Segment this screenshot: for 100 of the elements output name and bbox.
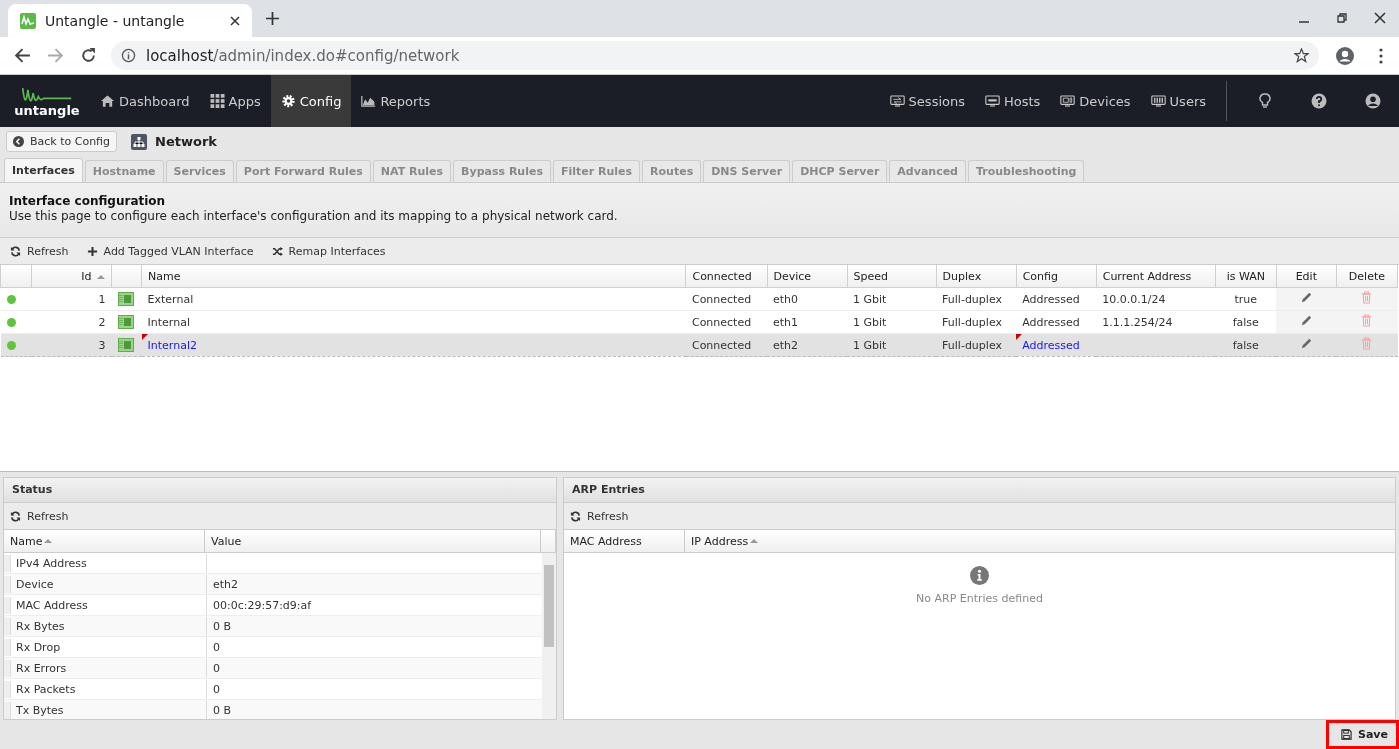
table-cell: Full-duplex (936, 310, 1017, 334)
nav-item[interactable]: Hosts (975, 75, 1051, 127)
monitor-icon (1060, 94, 1076, 108)
nav-item[interactable]: Sessions (879, 75, 975, 127)
column-header[interactable]: Name (141, 265, 686, 288)
page-title: Network (155, 134, 217, 149)
column-header[interactable]: Current Address (1096, 265, 1216, 288)
column-header[interactable]: Connected (685, 265, 767, 288)
tab[interactable]: Interfaces (4, 158, 83, 182)
refresh-icon (570, 510, 581, 522)
back-icon[interactable] (14, 47, 31, 64)
help-icon[interactable] (1311, 93, 1327, 109)
back-button[interactable]: Back to Config (6, 131, 118, 152)
network-card-icon (117, 315, 134, 329)
table-cell: Device (16, 574, 207, 594)
column-header[interactable]: Id (31, 265, 112, 288)
table-cell: eth2 (213, 577, 239, 591)
reload-icon[interactable] (80, 47, 97, 64)
info-icon (121, 48, 136, 63)
column-header[interactable]: Config (1016, 265, 1097, 288)
nav-item[interactable]: Config (270, 75, 352, 127)
edit-icon[interactable] (1299, 314, 1313, 327)
plus-icon (86, 245, 98, 257)
refresh-button[interactable]: Refresh (564, 507, 635, 525)
chart-icon (361, 94, 377, 108)
table-cell: MAC Address (16, 595, 207, 615)
table-cell: Tx Bytes (16, 700, 207, 719)
network-card-icon (117, 292, 134, 306)
nav-item[interactable]: Reports (351, 75, 441, 127)
nav-item[interactable]: Apps (199, 75, 271, 127)
column-header[interactable]: Edit (1276, 265, 1337, 288)
table-cell: Connected (685, 310, 767, 334)
table-cell: 1 Gbit (847, 310, 937, 334)
row-handle[interactable] (4, 617, 11, 635)
panel-title: ARP Entries (564, 478, 1395, 503)
column-header[interactable]: Delete (1336, 265, 1398, 288)
table-cell: 10.0.0.1/24 (1102, 292, 1166, 306)
address-bar[interactable]: localhost/admin/index.do#config/network (111, 41, 1319, 70)
close-icon[interactable] (230, 15, 240, 26)
nav-item[interactable]: Dashboard (90, 75, 200, 127)
nav-item[interactable]: Users (1140, 75, 1216, 127)
new-tab-icon[interactable] (266, 12, 279, 25)
account-icon[interactable] (1335, 45, 1355, 66)
table-cell: 0 B (213, 619, 232, 633)
table-cell: Rx Bytes (16, 616, 207, 636)
toolbar-button[interactable]: Add Tagged VLAN Interface (80, 242, 260, 260)
refresh-icon (10, 245, 21, 257)
column-header[interactable]: Duplex (936, 265, 1017, 288)
column-header[interactable]: Name (4, 530, 205, 552)
table-cell: IPv4 Address (16, 553, 207, 573)
refresh-icon (10, 510, 21, 522)
table-cell: Connected (685, 287, 767, 311)
logo-text: untangle (14, 103, 80, 117)
table-cell: false (1215, 333, 1277, 357)
row-handle[interactable] (4, 659, 11, 677)
account-icon[interactable] (1365, 93, 1381, 109)
panel-title: Status (4, 478, 556, 503)
monitor-icon (1150, 94, 1166, 108)
grid-icon (209, 94, 225, 108)
network-card-icon (117, 338, 134, 352)
column-header[interactable]: Speed (847, 265, 937, 288)
table-cell: Internal (141, 310, 686, 334)
toolbar-button[interactable]: Remap Interfaces (265, 242, 392, 260)
column-header[interactable]: IP Address (685, 530, 1395, 552)
table-cell: Addressed (1016, 333, 1097, 357)
save-button[interactable]: Save (1326, 720, 1399, 749)
table-cell: Rx Packets (16, 679, 207, 699)
table-cell: Full-duplex (936, 287, 1017, 311)
row-handle[interactable] (4, 701, 11, 719)
row-handle[interactable] (4, 596, 11, 614)
column-header[interactable]: Device (767, 265, 848, 288)
scrollbar[interactable] (542, 553, 556, 719)
edit-icon[interactable] (1299, 291, 1313, 304)
table-cell: 0 (213, 640, 220, 654)
column-header[interactable]: MAC Address (564, 530, 685, 552)
table-cell: Rx Drop (16, 637, 207, 657)
shuffle-icon (271, 245, 283, 257)
row-handle[interactable] (4, 554, 11, 572)
close-icon[interactable] (1374, 12, 1386, 24)
menu-icon[interactable] (1379, 47, 1383, 64)
restore-icon[interactable] (1336, 12, 1348, 24)
table-cell: 1.1.1.254/24 (1102, 315, 1173, 329)
row-handle[interactable] (4, 680, 11, 698)
row-handle[interactable] (4, 638, 11, 656)
table-cell: eth2 (767, 333, 848, 357)
toolbar-button[interactable]: Refresh (4, 242, 75, 260)
column-header[interactable]: is WAN (1215, 265, 1277, 288)
table-cell: 0 B (213, 703, 232, 717)
edit-icon[interactable] (1299, 337, 1313, 350)
star-icon[interactable] (1294, 48, 1309, 63)
table-cell: External (141, 287, 686, 311)
column-header[interactable]: Value (205, 530, 541, 552)
row-handle[interactable] (4, 575, 11, 593)
table-cell: eth0 (767, 287, 848, 311)
refresh-button[interactable]: Refresh (4, 507, 75, 525)
nav-item[interactable]: Devices (1050, 75, 1141, 127)
browser-tab[interactable]: Untangle - untangle (8, 4, 252, 37)
table-cell: 2 (31, 310, 112, 334)
lightbulb-icon[interactable] (1257, 93, 1273, 109)
table-cell: 00:0c:29:57:d9:af (213, 598, 312, 612)
